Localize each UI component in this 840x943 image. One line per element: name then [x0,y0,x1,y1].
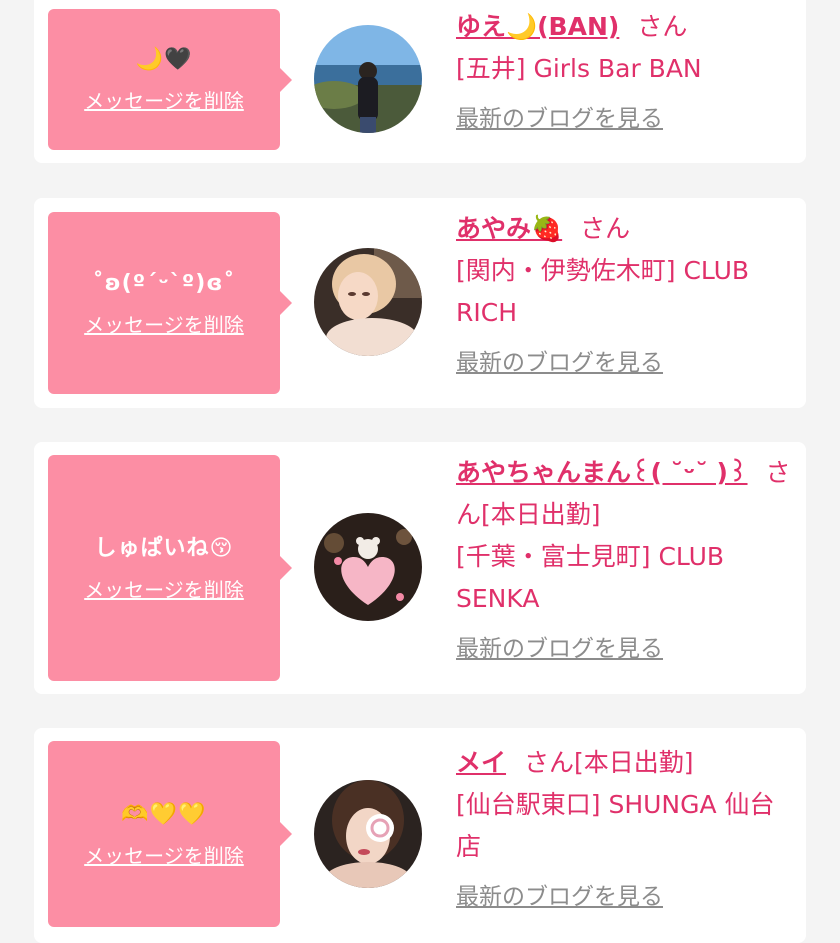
message-bubble: 🫶💛💛 メッセージを削除 [48,741,292,927]
honorific: さん [524,748,575,777]
cast-info: ゆえ🌙(BAN) さん [五井] Girls Bar BAN 最新のブログを見る [456,6,792,140]
message-text: ˚ʚ(ºˊᵕˋº)ɞ˚ [92,270,236,296]
shop-info: [五井] Girls Bar BAN [456,54,702,83]
message-bubble: ˚ʚ(ºˊᵕˋº)ɞ˚ メッセージを削除 [48,212,292,394]
cast-info: あやみ🍓 さん [関内・伊勢佐木町] CLUB RICH 最新のブログを見る [456,208,792,384]
cast-name-link[interactable]: あやちゃんまん꒰( ˘ᵕ˘ )꒱ [456,458,748,487]
avatar[interactable] [314,780,422,888]
latest-blog-link[interactable]: 最新のブログを見る [456,342,663,384]
cast-info: あやちゃんまん꒰( ˘ᵕ˘ )꒱ さん[本日出勤] [千葉・富士見町] CLUB … [456,452,792,670]
message-card: ˚ʚ(ºˊᵕˋº)ɞ˚ メッセージを削除 あやみ🍓 さん [関内・伊勢佐木町] C… [34,198,806,408]
message-card: 🌙🖤 メッセージを削除 ゆえ🌙(BAN) さん [五井] Girls Bar BA… [34,0,806,163]
cast-name-link[interactable]: ゆえ🌙(BAN) [456,12,619,41]
message-text: 🫶💛💛 [121,801,207,827]
avatar[interactable] [314,25,422,133]
attendance-status: [本日出勤] [481,500,601,529]
avatar[interactable] [314,513,422,621]
delete-message-link[interactable]: メッセージを削除 [84,85,244,114]
latest-blog-link[interactable]: 最新のブログを見る [456,98,663,140]
delete-message-link[interactable]: メッセージを削除 [84,840,244,869]
cast-info: メイ さん[本日出勤] [仙台駅東口] SHUNGA 仙台店 最新のブログを見る [456,742,792,918]
shop-info: [千葉・富士見町] CLUB SENKA [456,542,725,613]
name-row: ゆえ🌙(BAN) さん [456,6,792,48]
shop-info: [仙台駅東口] SHUNGA 仙台店 [456,790,775,861]
message-bubble: 🌙🖤 メッセージを削除 [48,9,292,150]
latest-blog-link[interactable]: 最新のブログを見る [456,876,663,918]
delete-message-link[interactable]: メッセージを削除 [84,309,244,338]
name-row: あやちゃんまん꒰( ˘ᵕ˘ )꒱ さん[本日出勤] [456,452,792,536]
honorific: さん [580,214,631,243]
message-text: 🌙🖤 [135,47,193,72]
honorific: さん [637,12,688,41]
message-text: しゅぱいね😚 [94,535,234,561]
name-row: あやみ🍓 さん [456,208,792,250]
message-bubble: しゅぱいね😚 メッセージを削除 [48,455,292,681]
message-card: しゅぱいね😚 メッセージを削除 あやちゃんまん꒰( ˘ᵕ˘ )꒱ さん[本日出勤]… [34,442,806,694]
message-card: 🫶💛💛 メッセージを削除 メイ さん[本日出勤] [仙台駅東口] SHUNGA 仙… [34,728,806,943]
cast-name-link[interactable]: メイ [456,748,506,777]
name-row: メイ さん[本日出勤] [456,742,792,784]
latest-blog-link[interactable]: 最新のブログを見る [456,628,663,670]
shop-info: [関内・伊勢佐木町] CLUB RICH [456,256,750,327]
avatar[interactable] [314,248,422,356]
cast-name-link[interactable]: あやみ🍓 [456,214,562,243]
attendance-status: [本日出勤] [574,748,694,777]
delete-message-link[interactable]: メッセージを削除 [84,574,244,603]
